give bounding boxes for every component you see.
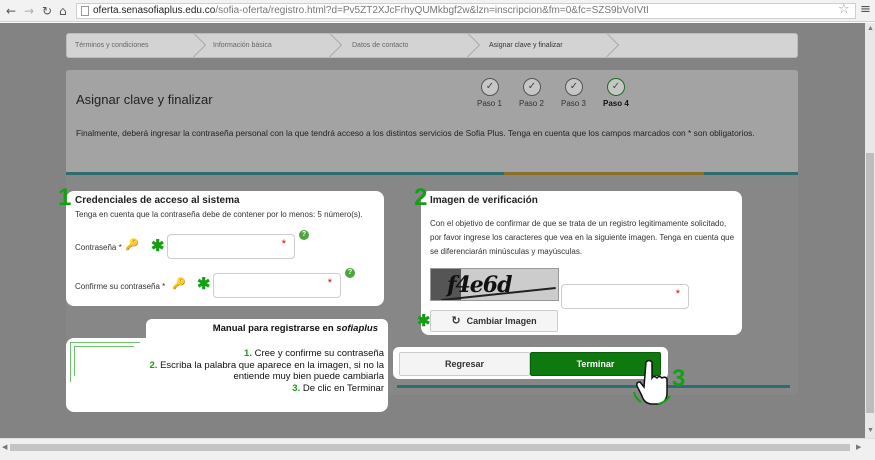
verification-text: Con el objetivo de confirmar de que se t… — [430, 219, 735, 256]
bookmark-star-icon[interactable]: ☆ — [838, 2, 850, 17]
progress-step-3: Paso 3 — [561, 99, 586, 108]
divider — [66, 172, 798, 175]
back-button[interactable]: Regresar — [399, 352, 530, 376]
required-mark: * — [327, 277, 332, 289]
chevron-right-icon — [606, 34, 622, 57]
page-description: Finalmente, deberá ingresar la contraseñ… — [76, 128, 755, 138]
required-asterisk-icon: ✱ — [197, 276, 211, 293]
manual-step-1-text: Cree y confirme su contraseña — [251, 348, 384, 359]
manual-step-3: 3. De clic en Terminar — [84, 383, 384, 395]
chevron-right-icon — [467, 34, 483, 57]
progress-step-2: Paso 2 — [519, 99, 544, 108]
credentials-hint: Tenga en cuenta que la contraseña debe d… — [75, 210, 363, 219]
browser-toolbar: ← → ↻ ⌂ oferta.senasofiaplus.edu.co/sofi… — [0, 0, 875, 22]
manual-step-2-cont: entiende muy bien puede cambiarla — [84, 371, 384, 383]
required-asterisk-icon: ✱ — [417, 313, 431, 330]
manual-step-3-text: De clic en Terminar — [300, 382, 384, 394]
password-label: Contraseña * — [75, 243, 122, 252]
vertical-scroll-thumb[interactable] — [866, 153, 874, 413]
url-path: /sofia-oferta/registro.html?d=Pv5ZT2XJcF… — [215, 5, 649, 16]
check-icon: ✓ — [523, 78, 541, 96]
panel-header: Asignar clave y finalizar ✓ Paso 1 ✓ Pas… — [66, 70, 798, 173]
page-icon — [81, 6, 89, 16]
key-icon: 🔑 — [172, 277, 186, 290]
manual-title-brand: sofiaplus — [336, 323, 378, 334]
annotation-number-3: 3 — [672, 365, 686, 392]
change-image-label: Cambiar Imagen — [466, 316, 537, 326]
key-icon: 🔑 — [125, 238, 139, 251]
chevron-right-icon — [193, 34, 209, 57]
required-mark: * — [675, 288, 680, 300]
check-icon: ✓ — [565, 78, 583, 96]
forward-arrow-icon[interactable]: → — [24, 3, 34, 19]
url-domain: oferta.senasofiaplus.edu.co — [93, 5, 216, 16]
change-image-button[interactable]: ↻ Cambiar Imagen — [430, 310, 558, 332]
page-title: Asignar clave y finalizar — [76, 92, 213, 107]
progress-step-1: Paso 1 — [477, 99, 502, 108]
manual-box: Manual para registrarse en sofiaplus 1. … — [66, 319, 388, 412]
check-icon: ✓ — [607, 78, 625, 96]
reload-icon[interactable]: ↻ — [42, 3, 52, 19]
wizard-step-contact[interactable]: Datos de contacto — [352, 34, 408, 57]
horizontal-scroll-thumb[interactable] — [10, 444, 850, 451]
wizard-step-basic-info[interactable]: Información básica — [213, 34, 272, 57]
scroll-up-icon[interactable]: ▲ — [867, 25, 874, 32]
home-icon[interactable]: ⌂ — [59, 3, 67, 19]
chevron-right-icon — [329, 34, 345, 57]
back-arrow-icon[interactable]: ← — [6, 3, 16, 19]
password-field[interactable]: * — [167, 234, 295, 259]
scroll-down-icon[interactable]: ▼ — [867, 427, 874, 434]
manual-step-2-text: Escriba la palabra que aparece en la ima… — [157, 359, 384, 371]
verification-title: Imagen de verificación — [430, 195, 538, 206]
help-icon[interactable]: ? — [299, 230, 309, 240]
wizard-steps: Términos y condiciones Información básic… — [66, 33, 798, 58]
manual-title: Manual para registrarse en sofiaplus — [146, 319, 388, 339]
manual-step-2: 2. Escriba la palabra que aparece en la … — [84, 359, 385, 372]
credentials-title: Credenciales de acceso al sistema — [75, 195, 240, 206]
horizontal-scrollbar[interactable]: ◀ ▶ — [0, 438, 875, 460]
manual-step-2-cont-text: entiende muy bien puede cambiarla — [233, 371, 384, 382]
required-mark: * — [281, 238, 286, 250]
wizard-step-terms[interactable]: Términos y condiciones — [75, 34, 149, 57]
menu-icon[interactable]: ≡ — [860, 3, 871, 17]
captcha-image: f4e6d — [430, 268, 559, 301]
annotation-number-1: 1 — [58, 184, 72, 211]
vertical-scrollbar[interactable]: ▲ ▼ — [865, 23, 875, 438]
manual-title-text: Manual para registrarse en — [212, 323, 337, 334]
divider-accent — [504, 172, 704, 175]
address-bar[interactable]: oferta.senasofiaplus.edu.co/sofia-oferta… — [76, 3, 856, 19]
refresh-icon: ↻ — [451, 314, 461, 327]
wizard-step-finish[interactable]: Asignar clave y finalizar — [489, 34, 563, 57]
manual-step-1: 1. Cree y confirme su contraseña — [84, 348, 384, 360]
check-icon: ✓ — [481, 78, 499, 96]
manual-step-1-num: 1. — [244, 348, 252, 359]
progress-step-4: Paso 4 — [603, 99, 629, 108]
manual-body: 1. Cree y confirme su contraseña 2. Escr… — [66, 338, 388, 412]
required-asterisk-icon: ✱ — [151, 238, 165, 255]
scroll-left-icon[interactable]: ◀ — [2, 443, 7, 451]
manual-steps: 1. Cree y confirme su contraseña 2. Escr… — [84, 348, 385, 395]
pointer-hand-icon — [633, 359, 671, 405]
confirm-password-field[interactable]: * — [213, 273, 341, 298]
scroll-right-icon[interactable]: ▶ — [856, 443, 861, 451]
divider — [397, 385, 790, 388]
captcha-input[interactable]: * — [561, 284, 689, 309]
annotation-number-2: 2 — [414, 184, 428, 211]
confirm-password-label: Confirme su contraseña * — [75, 282, 166, 291]
help-icon[interactable]: ? — [345, 268, 355, 278]
